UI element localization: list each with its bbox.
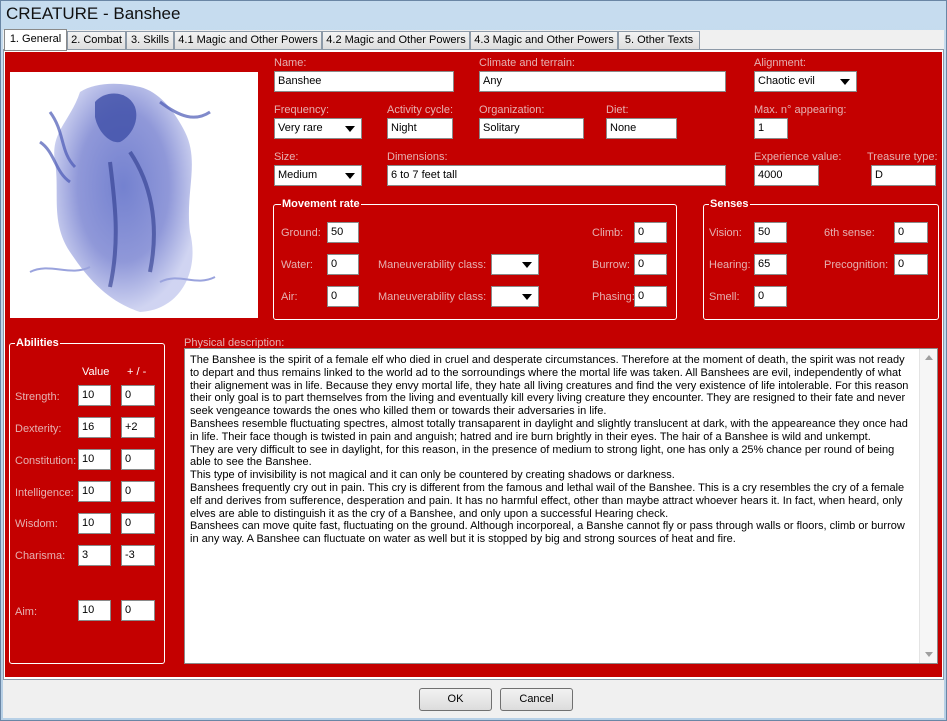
size-label: Size:: [274, 151, 299, 163]
maneuverability-label-1: Maneuverability class:: [378, 259, 487, 271]
intelligence-label: Intelligence:: [15, 487, 74, 499]
air-label: Air:: [281, 291, 298, 303]
tab-magic-3[interactable]: 4.3 Magic and Other Powers: [470, 31, 618, 50]
phasing-field[interactable]: 0: [634, 286, 667, 307]
climb-label: Climb:: [592, 227, 624, 239]
movement-rate-title: Movement rate: [281, 198, 361, 210]
precognition-label: Precognition:: [824, 259, 889, 271]
senses-title: Senses: [709, 198, 750, 210]
dimensions-field[interactable]: 6 to 7 feet tall: [387, 165, 726, 186]
dexterity-value[interactable]: 16: [78, 417, 111, 438]
scroll-down-icon[interactable]: [925, 652, 933, 657]
burrow-label: Burrow:: [592, 259, 630, 271]
chevron-down-icon: [522, 262, 532, 268]
chevron-down-icon: [345, 126, 355, 132]
dexterity-label: Dexterity:: [15, 423, 62, 435]
alignment-value: Chaotic evil: [758, 75, 815, 87]
diet-field[interactable]: None: [606, 118, 677, 139]
ground-label: Ground:: [281, 227, 321, 239]
charisma-label: Charisma:: [15, 550, 66, 562]
strength-value[interactable]: 10: [78, 385, 111, 406]
water-field[interactable]: 0: [327, 254, 359, 275]
chevron-down-icon: [522, 294, 532, 300]
scroll-up-icon[interactable]: [925, 355, 933, 360]
constitution-value[interactable]: 10: [78, 449, 111, 470]
vision-field[interactable]: 50: [754, 222, 787, 243]
constitution-label: Constitution:: [15, 455, 77, 467]
chevron-down-icon: [345, 173, 355, 179]
maneuverability-select-2[interactable]: [491, 286, 539, 307]
water-label: Water:: [281, 259, 313, 271]
aim-mod[interactable]: 0: [121, 600, 155, 621]
air-field[interactable]: 0: [327, 286, 359, 307]
precognition-field[interactable]: 0: [894, 254, 928, 275]
smell-field[interactable]: 0: [754, 286, 787, 307]
max-appearing-field[interactable]: 1: [754, 118, 788, 139]
frequency-value: Very rare: [278, 122, 323, 134]
climate-label: Climate and terrain:: [479, 57, 575, 69]
burrow-field[interactable]: 0: [634, 254, 667, 275]
organization-field[interactable]: Solitary: [479, 118, 584, 139]
aim-label: Aim:: [15, 606, 37, 618]
treasure-field[interactable]: D: [871, 165, 936, 186]
tab-other-texts[interactable]: 5. Other Texts: [618, 31, 700, 50]
abilities-title: Abilities: [15, 337, 60, 349]
ground-field[interactable]: 50: [327, 222, 359, 243]
ok-button[interactable]: OK: [419, 688, 492, 711]
tab-skills[interactable]: 3. Skills: [126, 31, 174, 50]
sixth-sense-field[interactable]: 0: [894, 222, 928, 243]
climate-field[interactable]: Any: [479, 71, 726, 92]
tab-magic-2[interactable]: 4.2 Magic and Other Powers: [322, 31, 470, 50]
name-label: Name:: [274, 57, 307, 69]
smell-label: Smell:: [709, 291, 740, 303]
tab-magic-1[interactable]: 4.1 Magic and Other Powers: [174, 31, 322, 50]
description-scrollbar[interactable]: [919, 349, 937, 663]
climb-field[interactable]: 0: [634, 222, 667, 243]
strength-mod[interactable]: 0: [121, 385, 155, 406]
organization-label: Organization:: [479, 104, 545, 116]
diet-label: Diet:: [606, 104, 629, 116]
abilities-value-header: Value: [82, 366, 110, 378]
charisma-value[interactable]: 3: [78, 545, 111, 566]
dexterity-mod[interactable]: +2: [121, 417, 155, 438]
abilities-mod-header: + / -: [127, 366, 147, 378]
intelligence-mod[interactable]: 0: [121, 481, 155, 502]
name-field[interactable]: Banshee: [274, 71, 454, 92]
experience-field[interactable]: 4000: [754, 165, 819, 186]
experience-label: Experience value:: [754, 151, 842, 163]
charisma-mod[interactable]: -3: [121, 545, 155, 566]
cancel-button[interactable]: Cancel: [500, 688, 573, 711]
creature-portrait: [10, 72, 258, 318]
frequency-select[interactable]: Very rare: [274, 118, 362, 139]
wisdom-mod[interactable]: 0: [121, 513, 155, 534]
aim-value[interactable]: 10: [78, 600, 111, 621]
treasure-label: Treasure type:: [867, 151, 938, 163]
wisdom-value[interactable]: 10: [78, 513, 111, 534]
maneuverability-label-2: Maneuverability class:: [378, 291, 487, 303]
hearing-field[interactable]: 65: [754, 254, 787, 275]
hearing-label: Hearing:: [709, 259, 751, 271]
max-appearing-label: Max. n° appearing:: [754, 104, 847, 116]
dimensions-label: Dimensions:: [387, 151, 448, 163]
activity-field[interactable]: Night: [387, 118, 453, 139]
size-select[interactable]: Medium: [274, 165, 362, 186]
intelligence-value[interactable]: 10: [78, 481, 111, 502]
alignment-select[interactable]: Chaotic evil: [754, 71, 857, 92]
vision-label: Vision:: [709, 227, 742, 239]
alignment-label: Alignment:: [754, 57, 806, 69]
physical-description-textarea[interactable]: The Banshee is the spirit of a female el…: [184, 348, 938, 664]
wisdom-label: Wisdom:: [15, 518, 58, 530]
sixth-sense-label: 6th sense:: [824, 227, 875, 239]
tab-general[interactable]: 1. General: [4, 29, 67, 51]
tab-combat[interactable]: 2. Combat: [67, 31, 126, 50]
chevron-down-icon: [840, 79, 850, 85]
frequency-label: Frequency:: [274, 104, 330, 116]
activity-label: Activity cycle:: [387, 104, 454, 116]
size-value: Medium: [278, 169, 318, 181]
strength-label: Strength:: [15, 391, 60, 403]
constitution-mod[interactable]: 0: [121, 449, 155, 470]
maneuverability-select-1[interactable]: [491, 254, 539, 275]
window-title: CREATURE - Banshee: [6, 4, 181, 23]
phasing-label: Phasing:: [592, 291, 635, 303]
